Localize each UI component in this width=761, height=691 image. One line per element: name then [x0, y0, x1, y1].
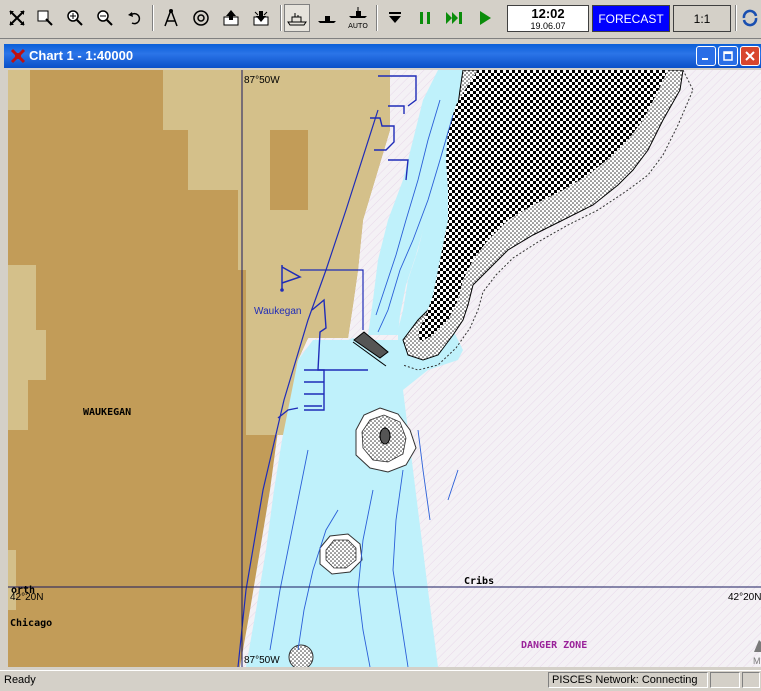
- maximize-button[interactable]: [718, 46, 738, 66]
- status-pane: [710, 672, 740, 688]
- export-icon[interactable]: [218, 4, 244, 32]
- play-icon[interactable]: [472, 4, 498, 32]
- chicago-label: Chicago: [10, 617, 52, 629]
- minimize-icon: [702, 58, 708, 60]
- chart-title: Chart 1 - 1:40000: [29, 48, 134, 63]
- chart-app-icon: [10, 48, 26, 64]
- status-network: PISCES Network: Connecting: [548, 672, 708, 688]
- danger-zone-label: DANGER ZONE: [521, 640, 587, 651]
- maximize-icon: [723, 51, 733, 61]
- drop-down-icon[interactable]: [382, 4, 408, 32]
- rotate-icon[interactable]: [738, 4, 761, 32]
- status-ready: Ready: [4, 674, 36, 686]
- status-pane: [742, 672, 760, 688]
- ship-head-up-icon[interactable]: [284, 4, 310, 32]
- corner-partial-label: M: [753, 656, 761, 666]
- minimize-button[interactable]: [696, 46, 716, 66]
- shoal-south: [288, 644, 314, 667]
- bottom-longitude-label: 87°50W: [244, 655, 280, 666]
- chart-titlebar[interactable]: Chart 1 - 1:40000: [4, 44, 761, 68]
- nautical-chart[interactable]: 87°50W 87°50W 42°20N 42°20N orth WAUKEGA…: [8, 70, 761, 667]
- ship-north-up-icon[interactable]: [314, 4, 340, 32]
- right-latitude-label: 42°20N: [728, 592, 761, 603]
- auto-label: AUTO: [348, 22, 368, 30]
- harbor-label: Waukegan: [254, 306, 301, 317]
- north-partial-label: orth: [11, 585, 35, 596]
- close-icon: [745, 51, 755, 61]
- scale-button[interactable]: 1:1: [673, 5, 731, 32]
- zoom-window-icon[interactable]: [32, 4, 58, 32]
- clock-display: 12:02 19.06.07: [507, 5, 589, 32]
- target-icon[interactable]: [188, 4, 214, 32]
- zoom-out-icon[interactable]: [92, 4, 118, 32]
- town-label: WAUKEGAN: [83, 407, 131, 418]
- undo-zoom-icon[interactable]: [122, 4, 148, 32]
- forecast-button[interactable]: FORECAST: [592, 5, 670, 32]
- clock-time: 12:02: [531, 6, 565, 21]
- zoom-in-icon[interactable]: [62, 4, 88, 32]
- clock-date: 19.06.07: [530, 21, 566, 31]
- chart-window: Chart 1 - 1:40000 87°50W 87°50W 42°20N 4…: [4, 44, 761, 669]
- ship-auto-icon[interactable]: AUTO: [344, 4, 372, 32]
- fit-icon[interactable]: [4, 4, 30, 32]
- top-longitude-label: 87°50W: [244, 75, 280, 86]
- fast-forward-icon[interactable]: [442, 4, 468, 32]
- main-toolbar: AUTO 12:02 19.06.07 FORECAST 1:1: [0, 0, 761, 39]
- close-button[interactable]: [740, 46, 760, 66]
- import-icon[interactable]: [248, 4, 274, 32]
- status-bar: Ready PISCES Network: Connecting: [0, 670, 761, 691]
- route-icon[interactable]: [158, 4, 184, 32]
- cribs-label: Cribs: [464, 575, 494, 587]
- pause-icon[interactable]: [412, 4, 438, 32]
